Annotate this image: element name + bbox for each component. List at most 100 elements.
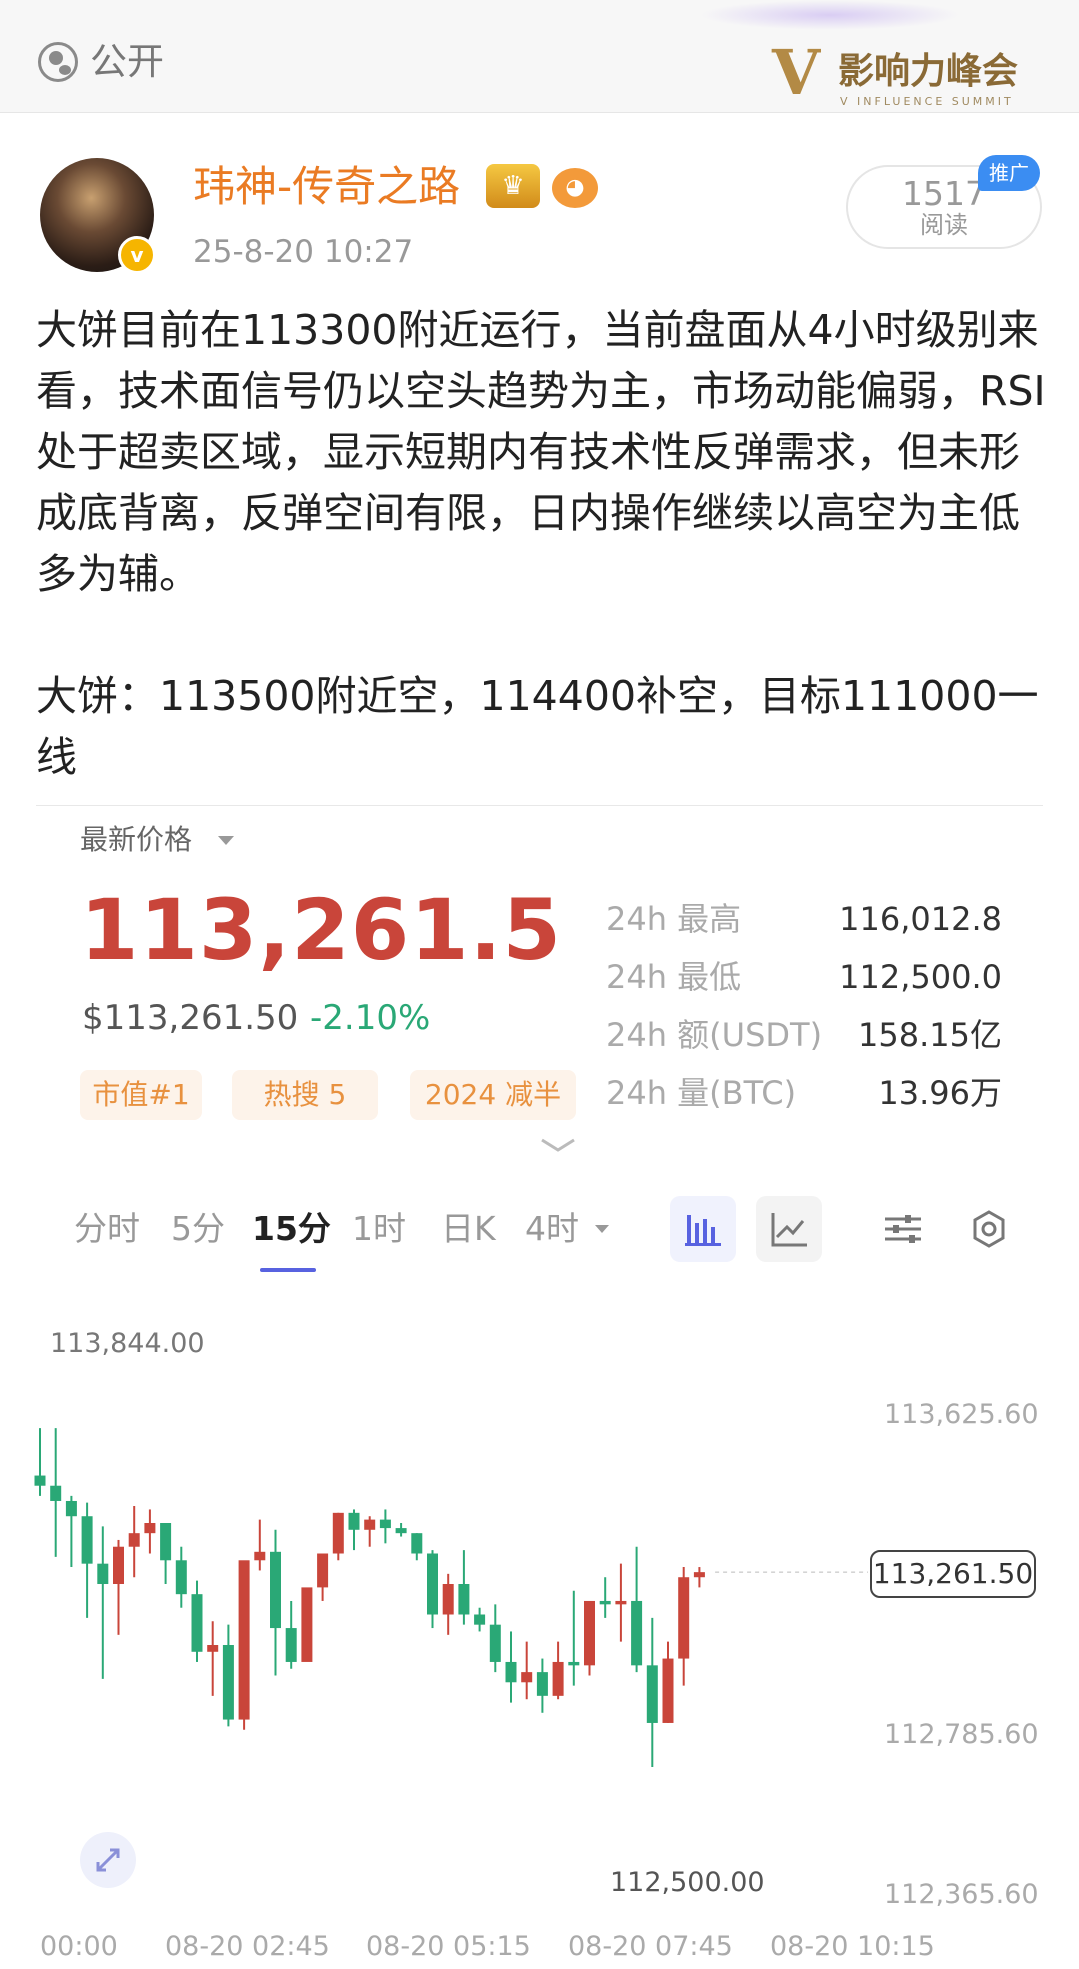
candle-body: [144, 1523, 156, 1534]
candle-body: [348, 1512, 360, 1530]
candle-body: [175, 1560, 187, 1595]
stat-value-low: 112,500.0: [839, 958, 1002, 996]
candle-body: [81, 1516, 93, 1564]
candle: [442, 1573, 454, 1635]
summit-logo-mark: V: [772, 36, 821, 109]
candle-body: [332, 1512, 344, 1554]
candle-body: [662, 1658, 674, 1723]
halving-tag[interactable]: 2024 减半: [410, 1070, 576, 1120]
candle: [364, 1516, 376, 1547]
verified-badge-icon: v: [118, 236, 156, 274]
promo-badge: 推广: [978, 155, 1040, 191]
gear-icon[interactable]: [956, 1196, 1022, 1262]
visibility-label[interactable]: 公开: [90, 42, 164, 82]
tab-timeshare[interactable]: 分时: [74, 1207, 140, 1251]
candle-body: [489, 1624, 501, 1662]
candle-body: [599, 1600, 611, 1605]
candle-body: [317, 1553, 329, 1588]
candle-body: [50, 1485, 62, 1501]
expand-chart-icon[interactable]: [80, 1832, 136, 1888]
hot-search-tag[interactable]: 热搜 5: [232, 1070, 378, 1120]
x-axis-label-5: 08-20 10:15: [770, 1931, 935, 1962]
tab-daily-k[interactable]: 日K: [441, 1207, 496, 1251]
candle: [599, 1577, 611, 1618]
candle: [65, 1495, 77, 1568]
chevron-down-icon[interactable]: [218, 836, 234, 845]
tab-1hour[interactable]: 1时: [352, 1207, 406, 1251]
bar-chart-icon[interactable]: [670, 1196, 736, 1262]
candle-body: [411, 1533, 423, 1554]
candle: [631, 1546, 643, 1673]
summit-logo-subtitle: V INFLUENCE SUMMIT: [840, 95, 1014, 108]
candle: [521, 1641, 533, 1700]
divider: [36, 805, 1043, 806]
author-name[interactable]: 玮神-传奇之路: [193, 162, 460, 212]
candle: [411, 1533, 423, 1561]
candle-body: [693, 1572, 705, 1578]
x-axis-label-2: 08-20 02:45: [165, 1931, 330, 1962]
candle-body: [521, 1672, 533, 1683]
y-axis-label-top: 113,625.60: [884, 1399, 1039, 1430]
candle-body: [395, 1528, 407, 1534]
candle: [584, 1600, 595, 1676]
candle-body: [442, 1584, 454, 1615]
candle-body: [97, 1563, 109, 1585]
candle: [222, 1624, 234, 1727]
x-axis-label-3: 08-20 05:15: [366, 1931, 531, 1962]
globe-icon: [38, 42, 78, 82]
tab-15min[interactable]: 15分: [252, 1207, 331, 1251]
expand-chevron-icon[interactable]: [540, 1138, 576, 1152]
stat-label-high: 24h 最高: [606, 900, 742, 938]
candle: [270, 1529, 281, 1676]
candle-body: [505, 1661, 517, 1683]
candle-body: [646, 1665, 658, 1723]
candle: [615, 1563, 627, 1642]
candle: [128, 1506, 140, 1578]
candlestick-chart[interactable]: [0, 1280, 1079, 1969]
crown-badge-icon: ♛: [486, 164, 540, 208]
candle: [191, 1580, 203, 1662]
candle: [489, 1604, 501, 1673]
usd-price: $113,261.50: [82, 998, 299, 1038]
candle-body: [285, 1628, 297, 1662]
chevron-down-icon[interactable]: [595, 1225, 609, 1233]
candle: [536, 1658, 548, 1713]
line-chart-icon[interactable]: [756, 1196, 822, 1262]
indicator-settings-icon[interactable]: [870, 1196, 936, 1262]
stat-value-volume: 13.96万: [878, 1074, 1002, 1112]
market-cap-rank-tag[interactable]: 市值#1: [80, 1070, 202, 1120]
chart-high-label: 113,844.00: [50, 1328, 205, 1359]
candle: [332, 1512, 344, 1561]
candle: [207, 1621, 219, 1696]
candle-body: [191, 1594, 203, 1652]
candle: [113, 1539, 124, 1635]
latest-price-label[interactable]: 最新价格: [80, 820, 192, 860]
post-time: 25-8-20 10:27: [193, 234, 414, 270]
candle-body: [552, 1661, 564, 1696]
stat-value-high: 116,012.8: [839, 900, 1002, 938]
last-price-tag: 113,261.50: [870, 1550, 1036, 1598]
candle-body: [615, 1600, 627, 1605]
candle: [568, 1590, 580, 1686]
candle-body: [65, 1500, 77, 1517]
y-axis-label-mid: 112,785.60: [884, 1719, 1039, 1750]
tab-5min[interactable]: 5分: [171, 1207, 225, 1251]
stat-label-volume: 24h 量(BTC): [606, 1074, 797, 1112]
candle-body: [301, 1587, 313, 1662]
stat-label-turnover: 24h 额(USDT): [606, 1016, 823, 1054]
candle: [646, 1617, 658, 1768]
post-body: 大饼目前在113300附近运行，当前盘面从4小时级别来看，技术面信号仍以空头趋势…: [36, 306, 1046, 781]
pufferfish-badge-icon: ◕: [552, 168, 598, 208]
summit-logo-text: 影响力峰会: [838, 51, 1019, 92]
candle-body: [379, 1519, 391, 1529]
candle: [50, 1428, 62, 1557]
candle: [254, 1519, 266, 1571]
candle: [81, 1502, 93, 1618]
tab-4hour[interactable]: 4时: [525, 1207, 579, 1251]
candle: [693, 1567, 705, 1588]
candle: [301, 1587, 313, 1662]
candle: [348, 1509, 360, 1551]
active-tab-indicator: [260, 1268, 316, 1272]
candle: [678, 1567, 690, 1686]
candle-body: [364, 1519, 376, 1530]
